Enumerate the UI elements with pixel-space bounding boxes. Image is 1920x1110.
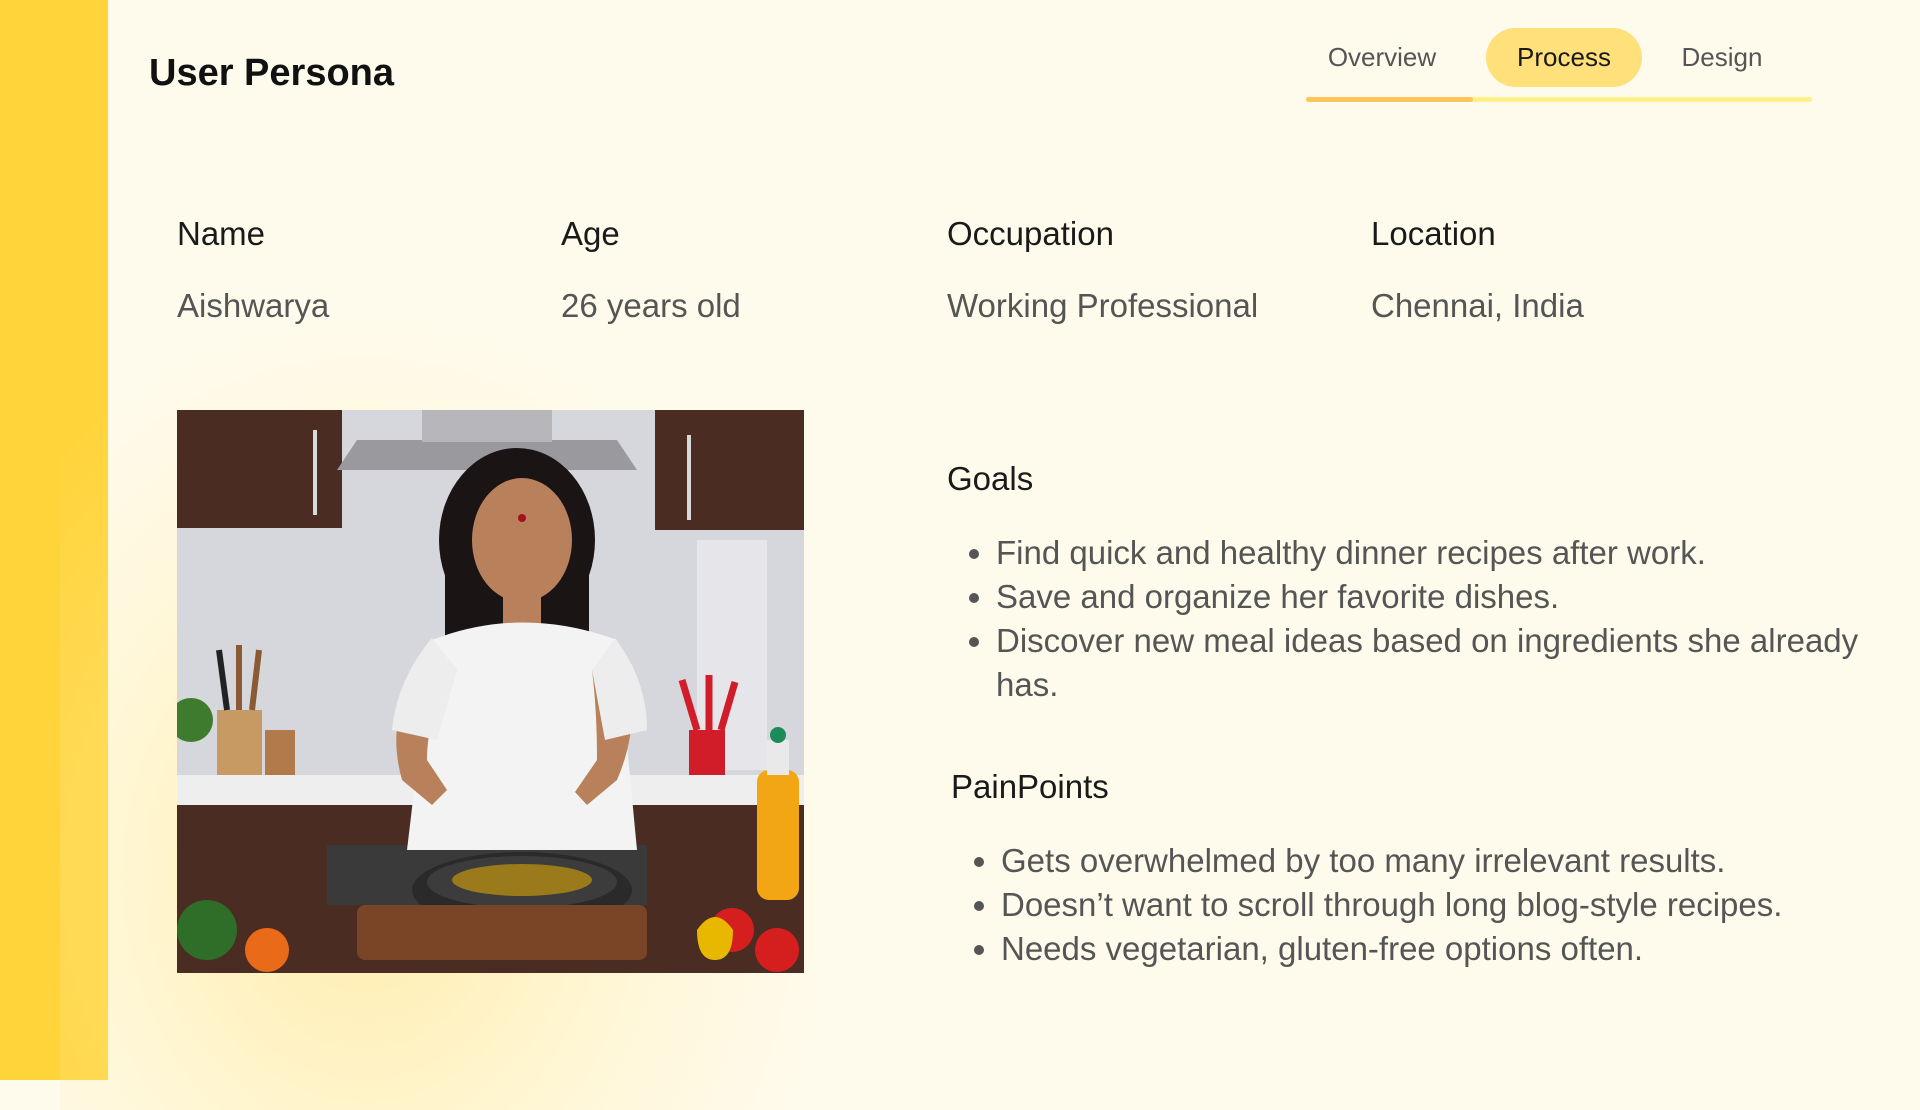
list-item: Discover new meal ideas based on ingredi… (996, 619, 1876, 707)
tab-indicator (1306, 97, 1473, 102)
list-item: Gets overwhelmed by too many irrelevant … (1001, 839, 1920, 883)
tab-overview[interactable]: Overview (1306, 28, 1458, 87)
age-label: Age (561, 215, 620, 252)
location-value: Chennai, India (1371, 287, 1584, 324)
occupation-label: Occupation (947, 215, 1114, 252)
accent-sidebar (0, 0, 108, 1080)
painpoints-title: PainPoints (951, 768, 1109, 805)
name-value: Aishwarya (177, 287, 330, 324)
painpoints-list: Gets overwhelmed by too many irrelevant … (957, 839, 1920, 971)
tab-bar: Overview Process Design (1306, 28, 1812, 104)
list-item: Doesn’t want to scroll through long blog… (1001, 883, 1920, 927)
persona-occupation: Occupation Working Professional (947, 215, 1258, 325)
list-item: Needs vegetarian, gluten-free options of… (1001, 927, 1920, 971)
list-item: Find quick and healthy dinner recipes af… (996, 531, 1876, 575)
tab-process[interactable]: Process (1486, 28, 1642, 87)
occupation-value: Working Professional (947, 287, 1259, 324)
goals-list: Find quick and healthy dinner recipes af… (952, 531, 1876, 707)
page-title: User Persona (149, 52, 395, 94)
age-value: 26 years old (561, 287, 741, 324)
persona-photo (177, 410, 804, 973)
list-item: Save and organize her favorite dishes. (996, 575, 1876, 619)
name-label: Name (177, 215, 266, 252)
persona-age: Age 26 years old (561, 215, 741, 325)
tab-design[interactable]: Design (1658, 28, 1786, 87)
persona-name: Name Aishwarya (177, 215, 329, 325)
persona-location: Location Chennai, India (1371, 215, 1584, 325)
location-label: Location (1371, 215, 1496, 252)
goals-title: Goals (947, 460, 1034, 497)
